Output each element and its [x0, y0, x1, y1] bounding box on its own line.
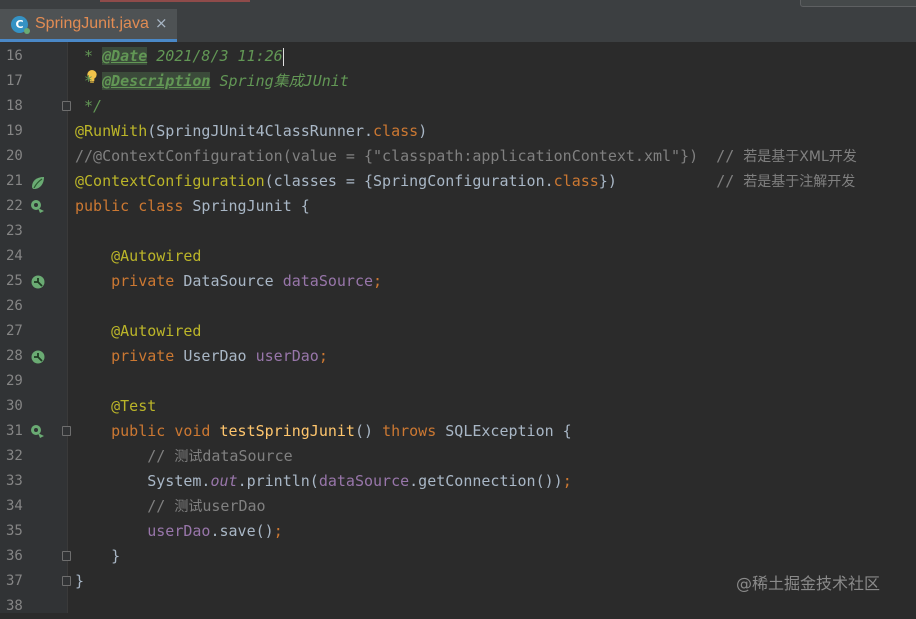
code-line-19[interactable]: @RunWith(SpringJUnit4ClassRunner.class) — [0, 119, 916, 144]
editor-tab-bar: C SpringJunit.java × — [0, 0, 916, 43]
line-number: 23 — [6, 223, 23, 239]
code-line-30[interactable]: @Test — [0, 394, 916, 419]
code-line-34[interactable]: // 测试userDao — [0, 494, 916, 519]
code-line-16[interactable]: * @Date 2021/8/3 11:26 — [0, 44, 916, 69]
line-number: 38 — [6, 598, 23, 614]
code-line-35[interactable]: userDao.save(); — [0, 519, 916, 544]
code-line-27[interactable]: @Autowired — [0, 319, 916, 344]
code-line-28[interactable]: private UserDao userDao; — [0, 344, 916, 369]
code-line-22[interactable]: public class SpringJunit { — [0, 194, 916, 219]
javadoc-tag: @Description — [102, 72, 211, 90]
watermark: @稀土掘金技术社区 — [736, 574, 881, 593]
javadoc-tag: @Date — [102, 47, 148, 65]
code-line-25[interactable]: private DataSource dataSource; — [0, 269, 916, 294]
code-line-36[interactable]: } — [0, 544, 916, 569]
code-line-21[interactable]: @ContextConfiguration(classes = {SpringC… — [0, 169, 916, 194]
breadcrumb-fragment — [100, 0, 250, 2]
code-line-32[interactable]: // 测试dataSource — [0, 444, 916, 469]
tab-label: SpringJunit.java — [35, 15, 149, 32]
code-line-24[interactable]: @Autowired — [0, 244, 916, 269]
text-caret — [282, 47, 284, 66]
search-field-fragment[interactable] — [800, 0, 916, 7]
line-number: 29 — [6, 373, 23, 389]
line-number: 26 — [6, 298, 23, 314]
code-line-18[interactable]: */ — [0, 94, 916, 119]
tab-springjunit-java[interactable]: C SpringJunit.java × — [0, 9, 177, 42]
code-line-31[interactable]: public void testSpringJunit() throws SQL… — [0, 419, 916, 444]
code-line-33[interactable]: System.out.println(dataSource.getConnect… — [0, 469, 916, 494]
code-line-20[interactable]: //@ContextConfiguration(value = {"classp… — [0, 144, 916, 169]
java-class-icon: C — [11, 16, 30, 34]
close-icon[interactable]: × — [155, 14, 168, 32]
code-line-17[interactable]: * @Description Spring集成JUnit — [0, 69, 916, 94]
